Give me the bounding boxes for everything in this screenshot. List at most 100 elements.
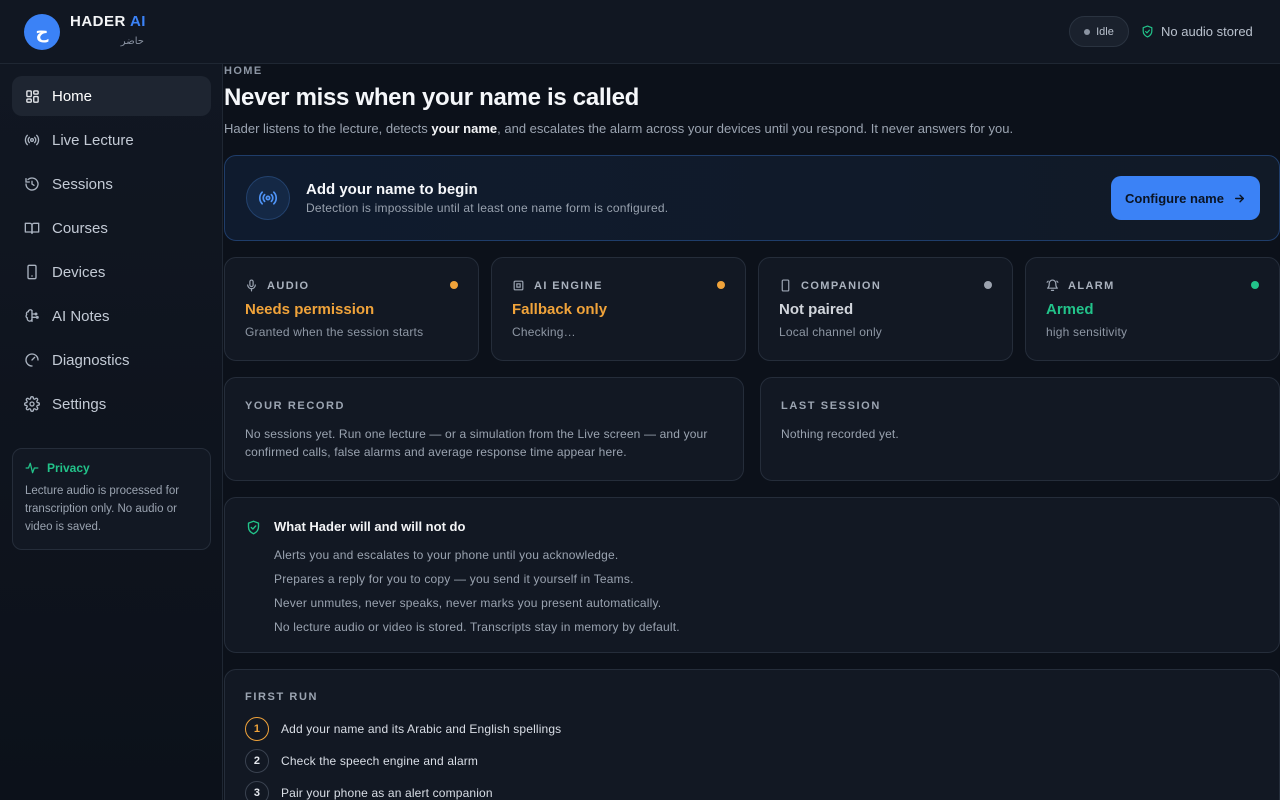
shield-check-icon [1141, 25, 1154, 38]
step-number: 3 [245, 781, 269, 800]
privacy-title: Privacy [25, 461, 198, 475]
last-session-text: Nothing recorded yet. [781, 427, 899, 441]
step-text: Check the speech engine and alarm [281, 754, 479, 768]
brand-name-accent: AI [129, 13, 146, 30]
page-subtitle: Hader listens to the lecture, detects yo… [224, 121, 1013, 136]
brand-subtitle: حاضر [120, 36, 144, 47]
first-run-label: FIRST RUN [245, 691, 319, 703]
sidebar-item-devices[interactable]: Devices [12, 252, 211, 292]
sidebar-item-label: Courses [52, 219, 108, 237]
broadcast-icon [24, 132, 40, 148]
arrow-right-icon [1233, 192, 1246, 205]
sidebar-item-courses[interactable]: Courses [12, 208, 211, 248]
phone-icon [779, 279, 792, 292]
bell-icon [1046, 279, 1059, 292]
sidebar-item-label: AI Notes [52, 307, 110, 325]
storage-status: No audio stored [1141, 24, 1253, 39]
status-dot [1084, 28, 1091, 35]
step-text: Add your name and its Arabic and English… [281, 722, 562, 736]
status-card-ai-engine: AI ENGINE Fallback only Checking… [491, 257, 746, 361]
configure-name-button[interactable]: Configure name [1111, 176, 1260, 220]
setup-banner: Add your name to begin Detection is impo… [224, 155, 1280, 241]
brand-name-main: HADER [70, 13, 126, 30]
activity-icon [25, 461, 39, 475]
status-dot [984, 281, 992, 289]
privacy-title-label: Privacy [47, 461, 90, 475]
status-card-header: ALARM [1046, 279, 1115, 292]
step-number: 1 [245, 717, 269, 741]
sidebar-item-label: Diagnostics [52, 351, 130, 369]
page-subtitle-end: , and escalates the alarm across your de… [497, 121, 1014, 136]
phone-icon [24, 264, 40, 280]
brand-name: HADER AI [70, 13, 146, 30]
sidebar-item-sessions[interactable]: Sessions [12, 164, 211, 204]
status-card-detail: Local channel only [779, 325, 883, 339]
sidebar-item-settings[interactable]: Settings [12, 384, 211, 424]
gear-icon [24, 396, 40, 412]
sidebar-item-label: Devices [52, 263, 106, 281]
sidebar: Home Live Lecture Sessions Courses Devic… [0, 64, 223, 800]
list-item: No lecture audio or video is stored. Tra… [274, 620, 680, 634]
capabilities-list: Alerts you and escalates to your phone u… [274, 543, 680, 639]
status-card-value: Not paired [779, 301, 854, 318]
microphone-icon [245, 279, 258, 292]
last-session-card: LAST SESSION Nothing recorded yet. [760, 377, 1280, 481]
status-card-value: Armed [1046, 301, 1094, 318]
privacy-card: Privacy Lecture audio is processed for t… [12, 448, 211, 550]
step-number: 2 [245, 749, 269, 773]
your-record-card: YOUR RECORD No sessions yet. Run one lec… [224, 377, 744, 481]
storage-status-label: No audio stored [1161, 24, 1253, 39]
gauge-icon [24, 352, 40, 368]
book-icon [24, 220, 40, 236]
last-session-label: LAST SESSION [781, 400, 881, 412]
banner-title: Add your name to begin [306, 181, 478, 198]
first-run-step[interactable]: 3 Pair your phone as an alert companion [245, 781, 493, 800]
capabilities-card: What Hader will and will not do Alerts y… [224, 497, 1280, 653]
status-card-value: Needs permission [245, 301, 375, 318]
status-card-label: AI ENGINE [534, 279, 603, 292]
banner-subtitle: Detection is impossible until at least o… [306, 201, 669, 215]
sidebar-item-label: Home [52, 87, 93, 105]
status-card-companion: COMPANION Not paired Local channel only [758, 257, 1013, 361]
status-card-label: AUDIO [267, 279, 310, 292]
status-card-detail: Granted when the session starts [245, 325, 424, 339]
shield-check-icon [246, 520, 261, 535]
privacy-text: Lecture audio is processed for transcrip… [25, 485, 180, 533]
history-icon [24, 176, 40, 192]
logo-badge: ح [24, 14, 60, 50]
sidebar-item-live-lecture[interactable]: Live Lecture [12, 120, 211, 160]
status-dot [717, 281, 725, 289]
cpu-icon [512, 279, 525, 292]
sidebar-item-label: Live Lecture [52, 131, 134, 149]
sidebar-item-label: Settings [52, 395, 107, 413]
step-text: Pair your phone as an alert companion [281, 786, 493, 800]
page-title: Never miss when your name is called [224, 84, 640, 111]
broadcast-icon [246, 176, 290, 220]
status-card-label: ALARM [1068, 279, 1115, 292]
status-card-header: AUDIO [245, 279, 309, 292]
status-card-value: Fallback only [512, 301, 608, 318]
your-record-text: No sessions yet. Run one lecture — or a … [245, 427, 708, 459]
sidebar-item-diagnostics[interactable]: Diagnostics [12, 340, 211, 380]
first-run-step[interactable]: 1 Add your name and its Arabic and Engli… [245, 717, 561, 741]
status-card-alarm: ALARM Armed high sensitivity [1025, 257, 1280, 361]
session-status-pill: Idle [1069, 16, 1129, 47]
status-card-header: AI ENGINE [512, 279, 603, 292]
status-card-detail: Checking… [512, 325, 576, 339]
grid-icon [24, 88, 40, 104]
list-item: Never unmutes, never speaks, never marks… [274, 596, 662, 610]
status-card-audio: AUDIO Needs permission Granted when the … [224, 257, 479, 361]
first-run-step[interactable]: 2 Check the speech engine and alarm [245, 749, 478, 773]
your-record-label: YOUR RECORD [245, 400, 346, 412]
sidebar-item-ai-notes[interactable]: AI Notes [12, 296, 211, 336]
status-dot [450, 281, 458, 289]
capabilities-title: What Hader will and will not do [274, 519, 466, 534]
configure-name-label: Configure name [1125, 190, 1224, 206]
status-card-label: COMPANION [801, 279, 882, 292]
page-eyebrow: HOME [224, 65, 263, 77]
main-content: HOME Never miss when your name is called… [224, 64, 1280, 800]
first-run-card: FIRST RUN 1 Add your name and its Arabic… [224, 669, 1280, 800]
status-card-detail: high sensitivity [1046, 325, 1128, 339]
sidebar-item-label: Sessions [52, 175, 113, 193]
sidebar-item-home[interactable]: Home [12, 76, 211, 116]
